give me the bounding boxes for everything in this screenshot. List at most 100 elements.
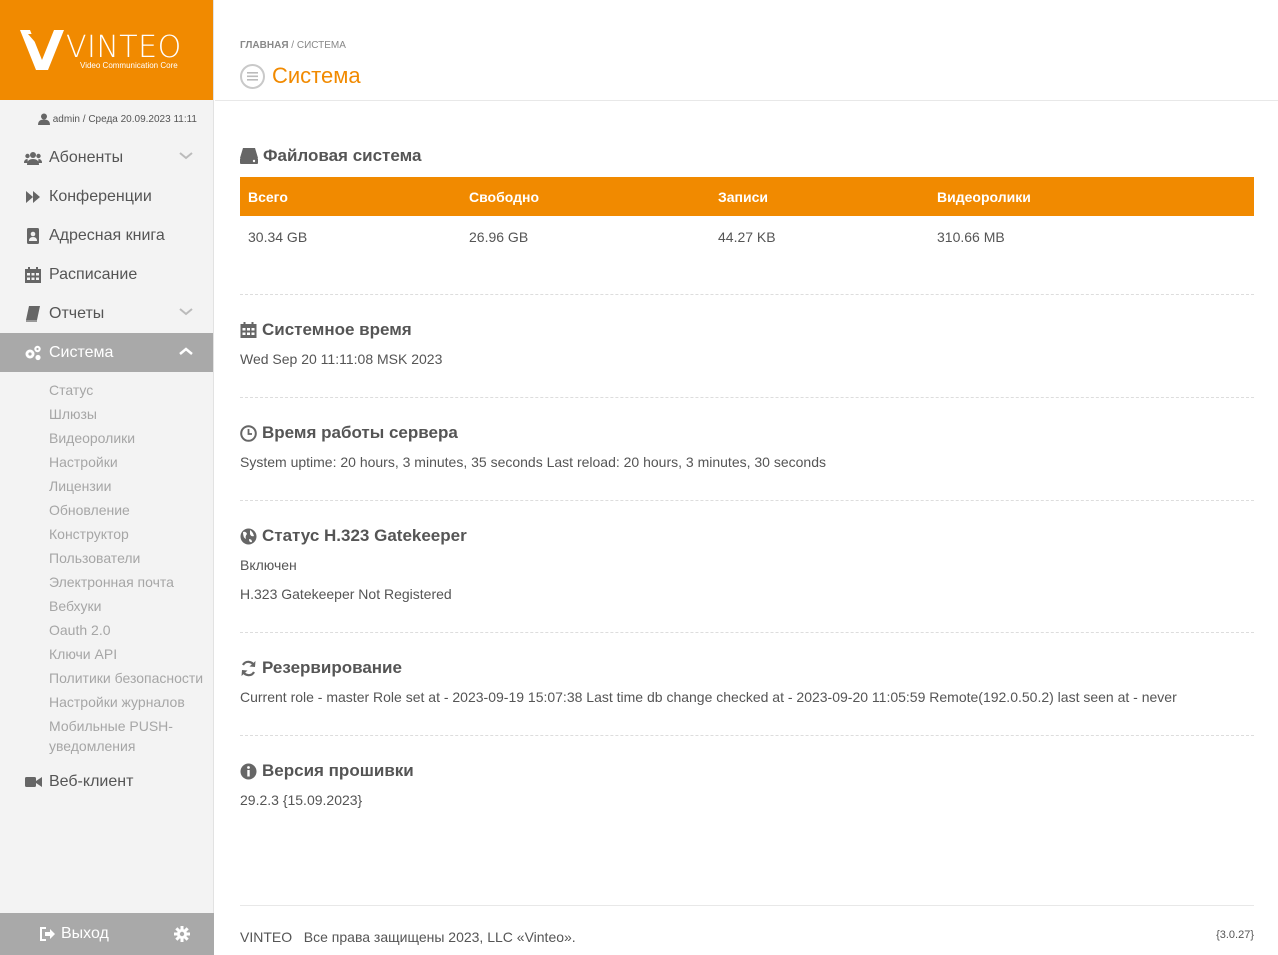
refresh-icon (241, 660, 256, 676)
nav-raspisanie-label: Расписание (49, 265, 138, 283)
submenu-api-keys[interactable]: Ключи API (0, 642, 213, 666)
sidebar: VINTEO Video Communication Core admin / … (0, 0, 214, 955)
firmware-value: 29.2.3 {15.09.2023} (240, 792, 363, 808)
vinteo-logo-icon (20, 30, 64, 70)
breadcrumb: Главная / Система (240, 40, 346, 51)
submenu-mobile-push-line1: Мобильные PUSH- (49, 718, 173, 734)
firmware-section: Версия прошивки 29.2.3 {15.09.2023} (240, 736, 1254, 808)
sign-out-icon (40, 927, 55, 941)
submenu-oauth[interactable]: Oauth 2.0 (0, 618, 213, 642)
users-icon (24, 151, 42, 165)
system-time-title: Системное время (262, 320, 412, 339)
system-time-section: Системное время Wed Sep 20 11:11:08 MSK … (240, 295, 1254, 398)
system-submenu: Статус Шлюзы Видеоролики Настройки Лицен… (0, 372, 213, 760)
nav-sistema[interactable]: Система (0, 333, 213, 372)
list-icon (240, 63, 265, 89)
col-header-free: Свободно (461, 177, 710, 216)
filesystem-title: Файловая система (263, 146, 422, 165)
col-header-total: Всего (240, 177, 461, 216)
gear-icon[interactable] (174, 926, 190, 942)
footer: VINTEO Все права защищены 2023, LLC «Vin… (240, 905, 1254, 955)
nav-otchety-label: Отчеты (49, 304, 105, 322)
chevron-down-icon (179, 152, 193, 160)
firmware-title: Версия прошивки (262, 761, 414, 780)
submenu-log-settings[interactable]: Настройки журналов (0, 690, 213, 714)
gatekeeper-section: Статус H.323 Gatekeeper Включен H.323 Ga… (240, 501, 1254, 633)
submenu-gateways[interactable]: Шлюзы (0, 402, 213, 426)
brand-name: VINTEO (66, 30, 182, 65)
table-row: 30.34 GB 26.96 GB 44.27 KB 310.66 MB (240, 216, 1254, 258)
footer-copyright: VINTEO Все права защищены 2023, LLC «Vin… (240, 929, 576, 945)
cell-videos: 310.66 MB (937, 229, 1005, 245)
page-title: Система (240, 63, 361, 89)
nav-adresnaya-kniga-label: Адресная книга (49, 226, 165, 244)
backup-heading: Резервирование (240, 658, 1254, 678)
uptime-value: System uptime: 20 hours, 3 minutes, 35 s… (240, 454, 826, 470)
backup-title: Резервирование (262, 658, 402, 677)
submenu-update[interactable]: Обновление (0, 498, 213, 522)
submenu-users[interactable]: Пользователи (0, 546, 213, 570)
logo[interactable]: VINTEO Video Communication Core (0, 0, 213, 100)
nav-veb-klient[interactable]: Веб-клиент (0, 762, 213, 801)
user-icon (37, 113, 50, 125)
page-header: Главная / Система Система (215, 0, 1278, 101)
backup-section: Резервирование Current role - master Rol… (240, 633, 1254, 736)
breadcrumb-current: Система (296, 40, 346, 51)
nav-sistema-label: Система (49, 343, 114, 361)
hdd-icon (240, 148, 258, 164)
submenu-settings[interactable]: Настройки (0, 450, 213, 474)
gatekeeper-title: Статус H.323 Gatekeeper (262, 526, 467, 545)
col-header-records: Записи (710, 177, 929, 216)
page-title-text: Система (272, 63, 361, 88)
nav-adresnaya-kniga[interactable]: Адресная книга (0, 216, 213, 255)
footer-version: {3.0.27} (1216, 929, 1254, 941)
chevron-up-icon (179, 347, 193, 355)
nav-konferencii[interactable]: Конференции (0, 177, 213, 216)
calendar-icon (25, 266, 41, 283)
cell-records: 44.27 KB (718, 229, 776, 245)
uptime-title: Время работы сервера (262, 423, 458, 442)
nav-abonenty[interactable]: Абоненты (0, 138, 213, 177)
nav-otchety[interactable]: Отчеты (0, 294, 213, 333)
submenu-email[interactable]: Электронная почта (0, 570, 213, 594)
filesystem-heading: Файловая система (240, 146, 1254, 166)
system-time-heading: Системное время (240, 320, 1254, 340)
info-icon (240, 763, 257, 779)
calendar-icon (240, 322, 257, 338)
submenu-constructor[interactable]: Конструктор (0, 522, 213, 546)
logout-button[interactable]: Выход (40, 925, 109, 943)
breadcrumb-separator: / (291, 40, 295, 51)
nav-konferencii-label: Конференции (49, 187, 152, 205)
submenu-webhooks[interactable]: Вебхуки (0, 594, 213, 618)
table-header-row: Всего Свободно Записи Видеоролики (240, 177, 1254, 216)
video-camera-icon (24, 776, 42, 787)
submenu-security-policies[interactable]: Политики безопасности (0, 666, 213, 690)
main-area: Главная / Система Система Файловая систе… (215, 0, 1278, 955)
submenu-videos[interactable]: Видеоролики (0, 426, 213, 450)
submenu-mobile-push-line2: уведомления (49, 738, 136, 754)
brand-tagline: Video Communication Core (80, 61, 178, 70)
book-icon (26, 305, 40, 322)
submenu-status[interactable]: Статус (0, 378, 213, 402)
submenu-licenses[interactable]: Лицензии (0, 474, 213, 498)
col-header-videos: Видеоролики (929, 177, 1254, 216)
fast-forward-icon (26, 190, 40, 203)
content: Файловая система Всего Свободно Записи В… (240, 101, 1254, 808)
submenu-mobile-push[interactable]: Мобильные PUSH-уведомления (0, 714, 213, 756)
filesystem-table: Всего Свободно Записи Видеоролики 30.34 … (240, 177, 1254, 258)
user-info: admin / Среда 20.09.2023 11:11 (0, 100, 213, 138)
breadcrumb-home[interactable]: Главная (240, 40, 289, 51)
gatekeeper-state: Включен (240, 557, 297, 573)
user-line: admin / Среда 20.09.2023 11:11 (52, 113, 197, 125)
gatekeeper-status: H.323 Gatekeeper Not Registered (240, 586, 452, 602)
cogs-icon (25, 345, 41, 360)
gatekeeper-heading: Статус H.323 Gatekeeper (240, 526, 1254, 546)
nav-raspisanie[interactable]: Расписание (0, 255, 213, 294)
address-book-icon (27, 227, 39, 244)
uptime-section: Время работы сервера System uptime: 20 h… (240, 398, 1254, 501)
system-time-value: Wed Sep 20 11:11:08 MSK 2023 (240, 351, 443, 367)
uptime-heading: Время работы сервера (240, 423, 1254, 443)
nav-abonenty-label: Абоненты (49, 148, 124, 166)
logout-label: Выход (61, 925, 109, 942)
nav-veb-klient-label: Веб-клиент (49, 772, 134, 790)
